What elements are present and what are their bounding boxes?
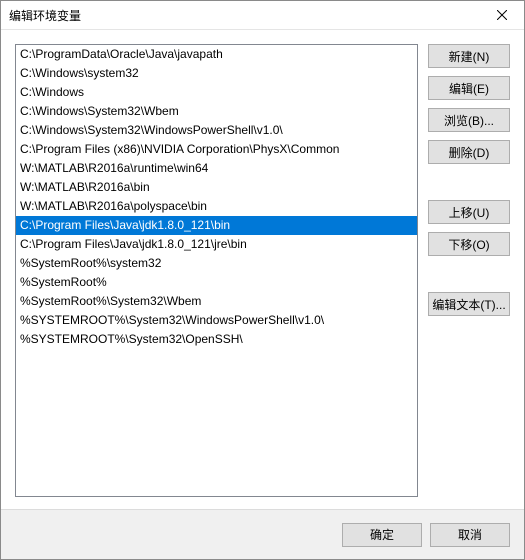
path-listbox[interactable]: C:\ProgramData\Oracle\Java\javapathC:\Wi… — [15, 44, 418, 497]
window-title: 编辑环境变量 — [9, 7, 479, 24]
move-down-button[interactable]: 下移(O) — [428, 232, 510, 256]
list-item[interactable]: W:\MATLAB\R2016a\runtime\win64 — [16, 159, 417, 178]
list-item[interactable]: W:\MATLAB\R2016a\bin — [16, 178, 417, 197]
list-item[interactable]: %SystemRoot%\system32 — [16, 254, 417, 273]
ok-button[interactable]: 确定 — [342, 523, 422, 547]
move-up-button[interactable]: 上移(U) — [428, 200, 510, 224]
list-item[interactable]: %SYSTEMROOT%\System32\OpenSSH\ — [16, 330, 417, 349]
dialog-footer: 确定 取消 — [1, 509, 524, 559]
list-item[interactable]: C:\Windows — [16, 83, 417, 102]
side-buttons: 新建(N) 编辑(E) 浏览(B)... 删除(D) 上移(U) 下移(O) 编… — [428, 44, 510, 497]
list-item[interactable]: C:\Windows\system32 — [16, 64, 417, 83]
list-item[interactable]: %SystemRoot%\System32\Wbem — [16, 292, 417, 311]
list-item[interactable]: %SYSTEMROOT%\System32\WindowsPowerShell\… — [16, 311, 417, 330]
close-icon — [497, 10, 507, 20]
dialog-window: 编辑环境变量 C:\ProgramData\Oracle\Java\javapa… — [0, 0, 525, 560]
titlebar: 编辑环境变量 — [1, 1, 524, 30]
browse-button[interactable]: 浏览(B)... — [428, 108, 510, 132]
list-item[interactable]: C:\ProgramData\Oracle\Java\javapath — [16, 45, 417, 64]
delete-button[interactable]: 删除(D) — [428, 140, 510, 164]
new-button[interactable]: 新建(N) — [428, 44, 510, 68]
list-item[interactable]: C:\Program Files (x86)\NVIDIA Corporatio… — [16, 140, 417, 159]
list-item[interactable]: W:\MATLAB\R2016a\polyspace\bin — [16, 197, 417, 216]
close-button[interactable] — [479, 1, 524, 29]
list-item[interactable]: C:\Windows\System32\Wbem — [16, 102, 417, 121]
list-item[interactable]: C:\Program Files\Java\jdk1.8.0_121\jre\b… — [16, 235, 417, 254]
list-item[interactable]: C:\Windows\System32\WindowsPowerShell\v1… — [16, 121, 417, 140]
edit-button[interactable]: 编辑(E) — [428, 76, 510, 100]
cancel-button[interactable]: 取消 — [430, 523, 510, 547]
list-item[interactable]: C:\Program Files\Java\jdk1.8.0_121\bin — [16, 216, 417, 235]
edit-text-button[interactable]: 编辑文本(T)... — [428, 292, 510, 316]
list-item[interactable]: %SystemRoot% — [16, 273, 417, 292]
dialog-body: C:\ProgramData\Oracle\Java\javapathC:\Wi… — [1, 30, 524, 497]
